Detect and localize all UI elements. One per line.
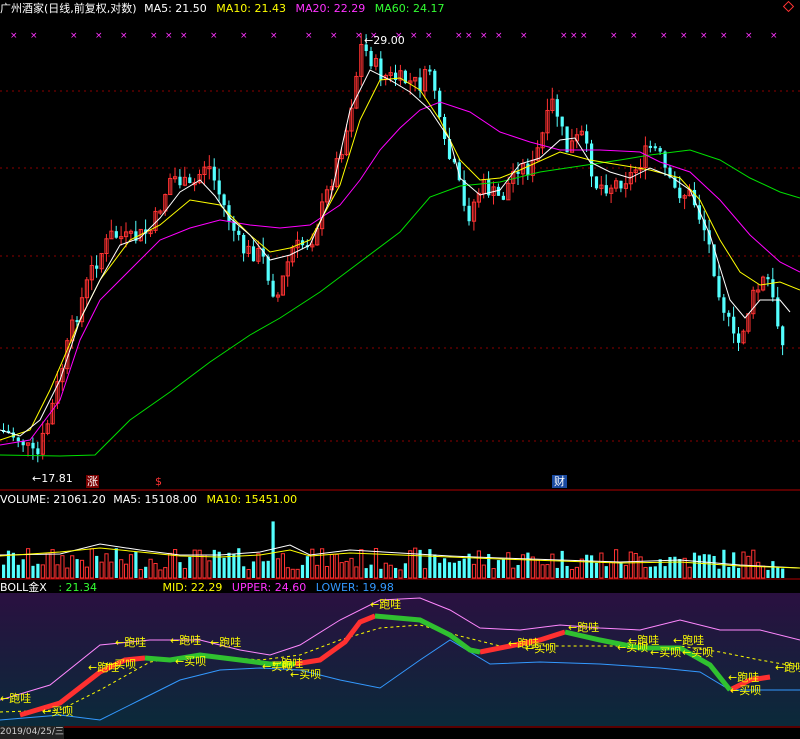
- ma20-value: MA20: 22.29: [295, 2, 366, 15]
- svg-text:×: ×: [520, 31, 528, 41]
- high-price-label: 29.00: [373, 34, 405, 47]
- diamond-icon[interactable]: [782, 0, 795, 13]
- volume-header: VOLUME: 21061.20 MA5: 15108.00 MA10: 154…: [0, 493, 297, 506]
- signal-buy-label: ←买呗: [682, 646, 714, 659]
- badge-zhang[interactable]: 涨: [86, 475, 99, 488]
- svg-text:×: ×: [165, 31, 173, 41]
- signal-buy-label: ←买呗: [105, 658, 137, 671]
- moving-averages: [0, 69, 800, 457]
- signal-run-label: ←跑哇: [170, 634, 202, 647]
- low-marker: ←17.81: [32, 472, 73, 485]
- svg-text:×: ×: [720, 31, 728, 41]
- svg-text:×: ×: [330, 31, 338, 41]
- volume-ma10: MA10: 15451.00: [206, 493, 298, 506]
- boll-upper: UPPER: 24.60: [231, 581, 307, 594]
- boll-mid: MID: 22.29: [162, 581, 223, 594]
- boll-header: BOLL金X : 21.34 MID: 22.29 UPPER: 24.60 L…: [0, 581, 394, 594]
- ma10-line: [0, 77, 800, 441]
- signal-run-label: ←跑哇: [370, 598, 402, 611]
- signal-run-label: ←跑哇: [728, 671, 760, 684]
- svg-text:×: ×: [630, 31, 638, 41]
- svg-text:×: ×: [680, 31, 688, 41]
- signal-buy-label: ←买呗: [650, 646, 682, 659]
- ma20-line: [0, 101, 800, 446]
- svg-text:×: ×: [30, 31, 38, 41]
- volume-value: VOLUME: 21061.20: [0, 493, 106, 506]
- signal-buy-label: ←买呗: [525, 642, 557, 655]
- ma10-value: MA10: 21.43: [216, 2, 287, 15]
- svg-text:×: ×: [610, 31, 618, 41]
- svg-text:×: ×: [70, 31, 78, 41]
- svg-text:×: ×: [770, 31, 778, 41]
- svg-text:×: ×: [700, 31, 708, 41]
- svg-text:×: ×: [355, 31, 363, 41]
- signal-buy-label: ←买呗: [42, 705, 74, 718]
- signal-buy-label: ←买呗: [290, 668, 322, 681]
- boll-value: : 21.34: [58, 581, 98, 594]
- volume-ma5: MA5: 15108.00: [113, 493, 197, 506]
- svg-text:×: ×: [270, 31, 278, 41]
- svg-text:×: ×: [660, 31, 668, 41]
- ma5-value: MA5: 21.50: [144, 2, 207, 15]
- low-price-label: 17.81: [41, 472, 73, 485]
- svg-text:×: ×: [495, 31, 503, 41]
- svg-text:×: ×: [425, 31, 433, 41]
- svg-text:×: ×: [10, 31, 18, 41]
- svg-text:×: ×: [95, 31, 103, 41]
- header-bar: 广州酒家(日线,前复权,对数) MA5: 21.50 MA10: 21.43 M…: [0, 2, 444, 15]
- badge-dollar[interactable]: $: [155, 475, 162, 488]
- chart-canvas: × × × × × × × × × × × × × × × × × × × × × × × × × × × × × × × × × ×: [0, 0, 800, 728]
- signal-run-label: ←跑哇: [775, 661, 800, 674]
- signal-run-label: ←跑哇: [115, 636, 147, 649]
- ma5-line: [0, 69, 791, 437]
- svg-text:×: ×: [210, 31, 218, 41]
- svg-text:×: ×: [180, 31, 188, 41]
- svg-text:×: ×: [580, 31, 588, 41]
- svg-text:×: ×: [455, 31, 463, 41]
- badge-cai[interactable]: 财: [552, 475, 567, 488]
- svg-text:×: ×: [560, 31, 568, 41]
- signal-buy-label: ←买呗: [175, 655, 207, 668]
- svg-text:×: ×: [305, 31, 313, 41]
- boll-name: BOLL金X: [0, 581, 47, 594]
- signal-buy-label: ←买呗: [730, 684, 762, 697]
- svg-text:×: ×: [570, 31, 578, 41]
- svg-text:×: ×: [465, 31, 473, 41]
- date-label: 2019/04/25/三: [0, 726, 64, 739]
- signal-run-label: ←跑哇: [0, 692, 32, 705]
- svg-text:×: ×: [120, 31, 128, 41]
- signal-run-label: ←跑哇: [568, 621, 600, 634]
- svg-text:×: ×: [240, 31, 248, 41]
- svg-text:×: ×: [410, 31, 418, 41]
- svg-text:×: ×: [745, 31, 753, 41]
- svg-text:×: ×: [480, 31, 488, 41]
- high-marker: ←29.00: [364, 34, 405, 47]
- boll-lower: LOWER: 19.98: [315, 581, 394, 594]
- ma60-value: MA60: 24.17: [374, 2, 445, 15]
- svg-text:×: ×: [150, 31, 158, 41]
- signal-run-label: ←跑哇: [210, 636, 242, 649]
- candlestick-series: [2, 33, 785, 463]
- stock-title: 广州酒家(日线,前复权,对数): [0, 2, 137, 15]
